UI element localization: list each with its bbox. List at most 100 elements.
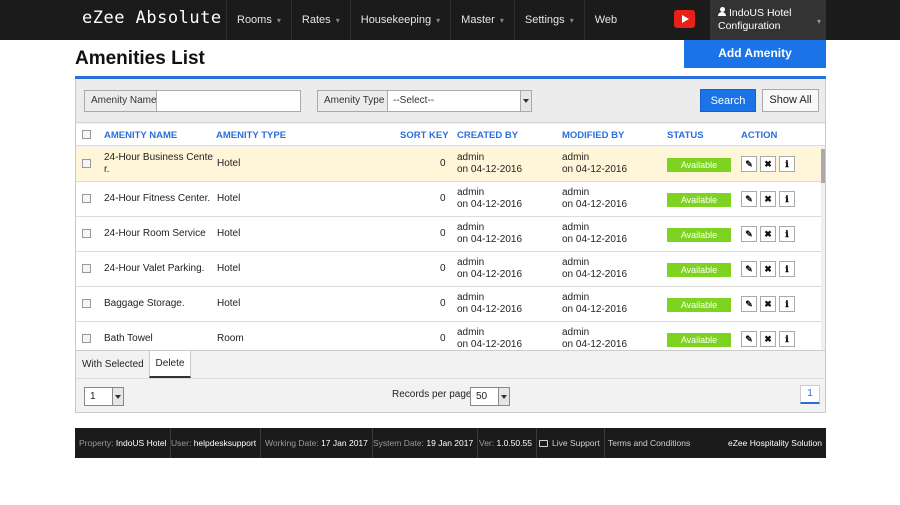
info-icon[interactable]: ℹ xyxy=(779,331,795,347)
page-number-current[interactable]: 1 xyxy=(800,385,820,404)
row-checkbox[interactable] xyxy=(82,334,91,343)
sort-key-cell: 0 xyxy=(440,263,446,274)
menu-housekeeping[interactable]: Housekeeping ▾ xyxy=(349,0,450,40)
search-button[interactable]: Search xyxy=(700,89,756,112)
amenity-name-line1: 24-Hour Valet Parking. xyxy=(104,263,205,274)
row-checkbox[interactable] xyxy=(82,264,91,273)
menu-rooms[interactable]: Rooms ▾ xyxy=(226,0,291,40)
menu-master[interactable]: Master ▾ xyxy=(450,0,514,40)
amenity-name-line1: Baggage Storage. xyxy=(104,298,185,309)
menu-rates[interactable]: Rates ▾ xyxy=(290,0,350,40)
scrollbar-thumb[interactable] xyxy=(821,149,825,183)
modified-by-date: on 04-12-2016 xyxy=(562,234,628,245)
user-menu[interactable]: IndoUS Hotel Configuration ▾ xyxy=(710,0,826,40)
records-per-page-label: Records per page xyxy=(392,389,472,400)
menu-housekeeping-label: Housekeeping xyxy=(360,14,432,26)
footer-user-label: User: xyxy=(171,438,192,448)
created-by-date: on 04-12-2016 xyxy=(457,199,523,210)
created-by-user: admin xyxy=(457,327,485,338)
menu-settings-label: Settings xyxy=(524,14,565,26)
live-support-label: Live Support xyxy=(552,438,600,448)
row-checkbox[interactable] xyxy=(82,194,91,203)
table-row[interactable]: Baggage Storage. Hotel 0 admin on 04-12-2016… xyxy=(76,287,825,322)
edit-icon[interactable]: ✎ xyxy=(741,191,757,207)
col-amenity-type[interactable]: AMENITY TYPE xyxy=(216,130,286,141)
records-per-page-select[interactable]: 50 xyxy=(470,387,510,406)
footer-system-date: System Date: 19 Jan 2017 xyxy=(369,428,479,458)
table-row[interactable]: 24-Hour Fitness Center. Hotel 0 admin on 04-… xyxy=(76,182,825,217)
table-body: 24-Hour Business Cente r. Hotel 0 admin on 04… xyxy=(76,147,825,350)
created-by-cell: admin on 04-12-2016 xyxy=(457,292,522,316)
sort-key-cell: 0 xyxy=(440,228,446,239)
live-support-link[interactable]: Live Support xyxy=(535,428,605,458)
delete-icon[interactable]: ✖ xyxy=(760,296,776,312)
bulk-actions-bar: With Selected Delete xyxy=(76,350,825,378)
pagination-bar: 1 Records per page 50 1 xyxy=(76,378,825,412)
info-icon[interactable]: ℹ xyxy=(779,296,795,312)
edit-icon[interactable]: ✎ xyxy=(741,156,757,172)
modified-by-user: admin xyxy=(562,187,590,198)
col-modified-by[interactable]: MODIFIED BY xyxy=(562,130,624,141)
edit-icon[interactable]: ✎ xyxy=(741,331,757,347)
amenity-name-cell: 24-Hour Room Service xyxy=(104,228,206,240)
show-all-button[interactable]: Show All xyxy=(762,89,819,112)
info-icon[interactable]: ℹ xyxy=(779,156,795,172)
delete-icon[interactable]: ✖ xyxy=(760,261,776,277)
delete-icon[interactable]: ✖ xyxy=(760,191,776,207)
created-by-date: on 04-12-2016 xyxy=(457,269,523,280)
with-selected-label: With Selected xyxy=(82,359,144,370)
edit-icon[interactable]: ✎ xyxy=(741,261,757,277)
footer-property-label: Property: xyxy=(79,438,114,448)
col-created-by[interactable]: CREATED BY xyxy=(457,130,518,141)
footer-working-label: Working Date: xyxy=(265,438,319,448)
select-all-checkbox[interactable] xyxy=(82,130,91,139)
amenity-name-cell: Bath Towel xyxy=(104,333,153,345)
delete-icon[interactable]: ✖ xyxy=(760,331,776,347)
row-checkbox[interactable] xyxy=(82,159,91,168)
status-badge: Available xyxy=(667,333,731,347)
row-checkbox[interactable] xyxy=(82,299,91,308)
amenity-name-line2: r. xyxy=(104,164,110,175)
menu-web-label: Web xyxy=(594,14,618,26)
amenity-name-line1: 24-Hour Fitness Center. xyxy=(104,193,211,204)
col-status[interactable]: STATUS xyxy=(667,130,704,141)
chat-icon xyxy=(539,440,548,447)
amenity-name-cell: 24-Hour Fitness Center. xyxy=(104,193,210,205)
youtube-icon[interactable] xyxy=(674,10,695,28)
col-sort-key[interactable]: SORT KEY xyxy=(400,130,449,141)
app-logo[interactable]: eZee Absolute xyxy=(82,8,222,28)
user-role: Configuration xyxy=(718,20,781,32)
table-scrollbar[interactable] xyxy=(821,147,825,350)
created-by-cell: admin on 04-12-2016 xyxy=(457,257,522,281)
amenity-name-line1: Bath Towel xyxy=(104,333,153,344)
table-row[interactable]: Bath Towel Room 0 admin on 04-12-2016 admin on… xyxy=(76,322,825,350)
amenity-type-select[interactable]: --Select-- xyxy=(387,90,532,112)
add-amenity-button[interactable]: Add Amenity xyxy=(684,40,826,68)
amenity-name-cell: 24-Hour Valet Parking. xyxy=(104,263,204,275)
edit-icon[interactable]: ✎ xyxy=(741,296,757,312)
col-amenity-name[interactable]: AMENITY NAME xyxy=(104,130,177,141)
amenity-name-input[interactable] xyxy=(156,90,301,112)
menu-settings[interactable]: Settings ▾ xyxy=(513,0,584,40)
terms-link[interactable]: Terms and Conditions xyxy=(604,428,694,458)
delete-icon[interactable]: ✖ xyxy=(760,156,776,172)
info-icon[interactable]: ℹ xyxy=(779,226,795,242)
created-by-cell: admin on 04-12-2016 xyxy=(457,222,522,246)
info-icon[interactable]: ℹ xyxy=(779,261,795,277)
amenity-type-cell: Hotel xyxy=(217,298,241,309)
edit-icon[interactable]: ✎ xyxy=(741,226,757,242)
table-row[interactable]: 24-Hour Valet Parking. Hotel 0 admin on 04-1… xyxy=(76,252,825,287)
footer-version: Ver: 1.0.50.55 xyxy=(475,428,537,458)
footer-system-value: 19 Jan 2017 xyxy=(426,438,474,448)
page-select[interactable]: 1 xyxy=(84,387,124,406)
created-by-user: admin xyxy=(457,187,485,198)
delete-selected-button[interactable]: Delete xyxy=(149,350,191,378)
amenity-name-cell: 24-Hour Business Cente r. xyxy=(104,152,213,176)
table-row[interactable]: 24-Hour Room Service Hotel 0 admin on 04-12-… xyxy=(76,217,825,252)
row-checkbox[interactable] xyxy=(82,229,91,238)
menu-web[interactable]: Web xyxy=(583,0,627,40)
page-title: Amenities List xyxy=(75,48,205,69)
table-row[interactable]: 24-Hour Business Cente r. Hotel 0 admin on 04… xyxy=(76,147,825,182)
info-icon[interactable]: ℹ xyxy=(779,191,795,207)
delete-icon[interactable]: ✖ xyxy=(760,226,776,242)
